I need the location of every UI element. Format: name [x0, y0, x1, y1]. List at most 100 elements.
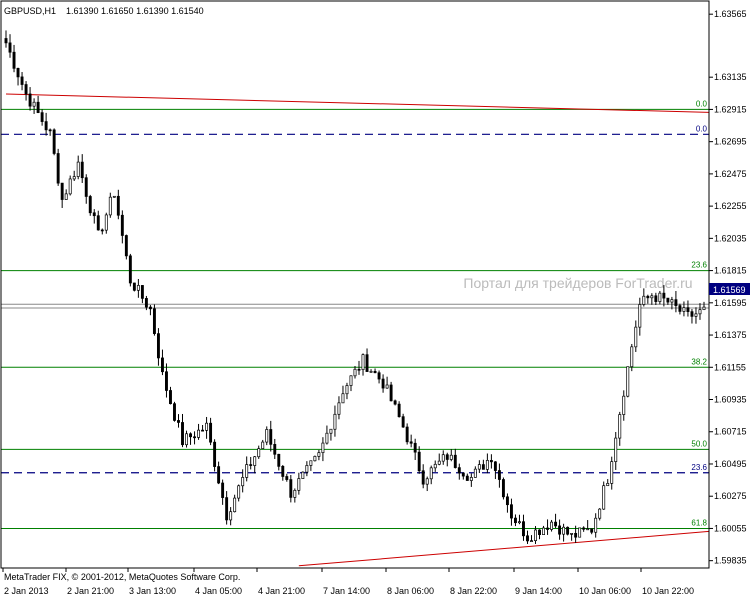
candle-body [405, 426, 409, 443]
candle-body [277, 453, 281, 467]
candle-body [526, 535, 529, 542]
candle-body [64, 193, 68, 200]
candle-body [622, 395, 626, 415]
candle-body [197, 429, 201, 438]
candle-body [341, 393, 345, 404]
candle-body [152, 308, 156, 334]
candle-body [213, 441, 217, 467]
candle-body [357, 368, 361, 371]
candle-body [96, 215, 100, 231]
x-tick-label: 8 Jan 22:00 [450, 586, 497, 596]
candle-body [72, 176, 76, 180]
candle-body [241, 477, 245, 487]
candle-body [558, 525, 562, 535]
candle-body [562, 526, 566, 535]
candle-body [261, 441, 265, 449]
candle-body [132, 282, 136, 291]
candle-body [481, 464, 485, 470]
candle-body [590, 528, 594, 533]
x-tick-label: 9 Jan 14:00 [515, 586, 562, 596]
candle-body [489, 460, 493, 463]
candle-body [337, 402, 341, 415]
candle-body [221, 482, 225, 498]
candle-body [566, 526, 570, 535]
candle-body [694, 313, 698, 317]
candle-body [88, 196, 92, 214]
candle-body [68, 178, 72, 195]
candle-body [449, 454, 453, 460]
candle-body [325, 432, 329, 444]
candle-body [237, 485, 241, 499]
candle-body [201, 429, 205, 432]
candle-body [377, 372, 381, 380]
candle-body [253, 456, 257, 466]
candle-body [397, 403, 401, 418]
candle-body [124, 235, 128, 257]
chart-background [0, 0, 750, 600]
candle-body [453, 454, 457, 468]
candle-body [698, 309, 702, 315]
candle-body [602, 485, 606, 510]
candle-body [345, 385, 349, 395]
candle-body [116, 195, 120, 216]
candle-body [514, 517, 517, 524]
candle-body [554, 521, 558, 527]
candle-body [534, 529, 537, 541]
y-tick-label: 1.61595 [714, 298, 747, 308]
candle-body [84, 177, 88, 197]
candle-body [574, 533, 578, 538]
candle-body [44, 121, 48, 131]
candle-body [614, 437, 618, 462]
candle-body [421, 470, 425, 485]
candle-body [433, 463, 437, 469]
candle-body [128, 255, 132, 284]
candle-body [365, 354, 369, 372]
candle-body [457, 467, 461, 474]
candle-body [582, 527, 586, 530]
candle-body [309, 460, 313, 466]
y-tick-label: 1.60935 [714, 395, 747, 405]
y-tick-label: 1.61375 [714, 330, 747, 340]
y-tick-label: 1.62255 [714, 201, 747, 211]
x-tick-label: 2 Jan 2013 [4, 586, 49, 596]
candle-body [586, 528, 590, 531]
candle-body [461, 472, 465, 477]
candle-body [289, 479, 293, 498]
candle-body [630, 346, 634, 368]
candle-body [28, 93, 32, 107]
y-tick-label: 1.62915 [714, 104, 747, 114]
candle-body [40, 112, 44, 122]
candle-body [598, 508, 602, 519]
candle-body [92, 212, 96, 217]
candle-body [48, 129, 52, 132]
fib-level-label: 23.6 [691, 261, 707, 270]
candle-body [233, 497, 237, 513]
candle-body [674, 299, 678, 306]
fib-level-label: 38.2 [691, 357, 707, 366]
y-tick-label: 1.61155 [714, 362, 746, 372]
x-tick-label: 3 Jan 13:00 [129, 586, 176, 596]
candle-body [538, 529, 541, 535]
y-tick-label: 1.60055 [714, 523, 747, 533]
candle-body [80, 161, 84, 179]
candle-body [469, 477, 473, 481]
candle-body [501, 479, 505, 498]
candle-body [52, 129, 56, 154]
fib-level-label: 61.8 [691, 518, 707, 527]
candle-body [477, 464, 481, 470]
candle-body [441, 454, 445, 462]
y-tick-label: 1.60715 [714, 427, 747, 437]
candle-body [509, 504, 513, 519]
candle-body [546, 527, 550, 530]
candle-body [373, 370, 377, 374]
candle-body [281, 466, 285, 477]
y-tick-label: 1.62035 [714, 233, 747, 243]
candle-body [361, 354, 365, 370]
candle-body [626, 366, 630, 397]
y-tick-label: 1.60495 [714, 459, 747, 469]
candle-body [473, 468, 477, 478]
candle-body [646, 295, 650, 299]
candle-body [465, 475, 469, 481]
y-tick-label: 1.62475 [714, 169, 747, 179]
candle-body [333, 413, 337, 430]
